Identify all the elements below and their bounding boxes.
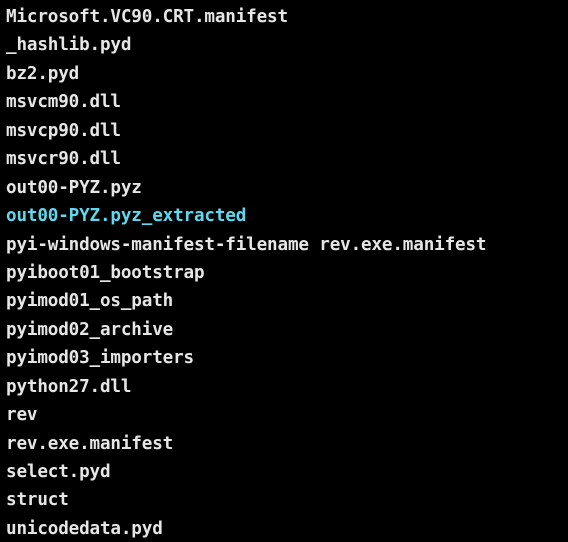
file-entry: pyimod03_importers	[6, 348, 194, 369]
file-entry: select.pyd	[6, 462, 111, 482]
file-entry: pyiboot01_bootstrap	[6, 262, 205, 283]
file-entry: pyimod01_os_path	[6, 291, 174, 312]
file-listing: Microsoft.VC90.CRT.manifest _hashlib.pyd…	[6, 3, 568, 542]
file-entry: msvcm90.dll	[6, 92, 121, 113]
terminal-window: Microsoft.VC90.CRT.manifest _hashlib.pyd…	[0, 0, 568, 542]
file-entry: struct	[6, 490, 69, 511]
file-entry: python27.dll	[6, 376, 132, 397]
file-entry: _hashlib.pyd	[6, 35, 132, 56]
file-entry: rev.exe.manifest	[6, 433, 174, 454]
file-entry: bz2.pyd	[6, 63, 80, 84]
file-entry: msvcr90.dll	[6, 149, 121, 170]
file-entry: Microsoft.VC90.CRT.manifest	[6, 7, 288, 27]
file-entry: out00-PYZ.pyz	[6, 177, 142, 198]
file-entry: msvcp90.dll	[6, 120, 121, 141]
file-entry: pyi-windows-manifest-filename rev.exe.ma…	[6, 234, 487, 255]
directory-entry: out00-PYZ.pyz_extracted	[6, 206, 247, 227]
file-entry: rev	[6, 405, 38, 426]
file-entry: unicodedata.pyd	[6, 518, 163, 539]
file-entry: pyimod02_archive	[6, 319, 174, 340]
